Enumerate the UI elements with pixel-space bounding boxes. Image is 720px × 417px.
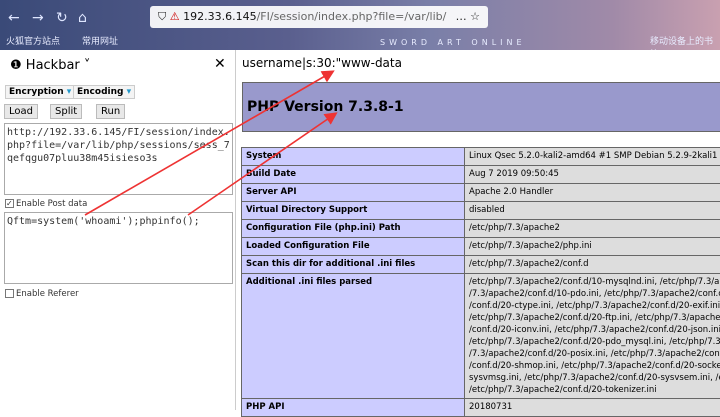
annotation-arrows: [0, 0, 720, 410]
arrow-to-username: [85, 72, 332, 215]
arrow-to-version: [188, 114, 335, 215]
